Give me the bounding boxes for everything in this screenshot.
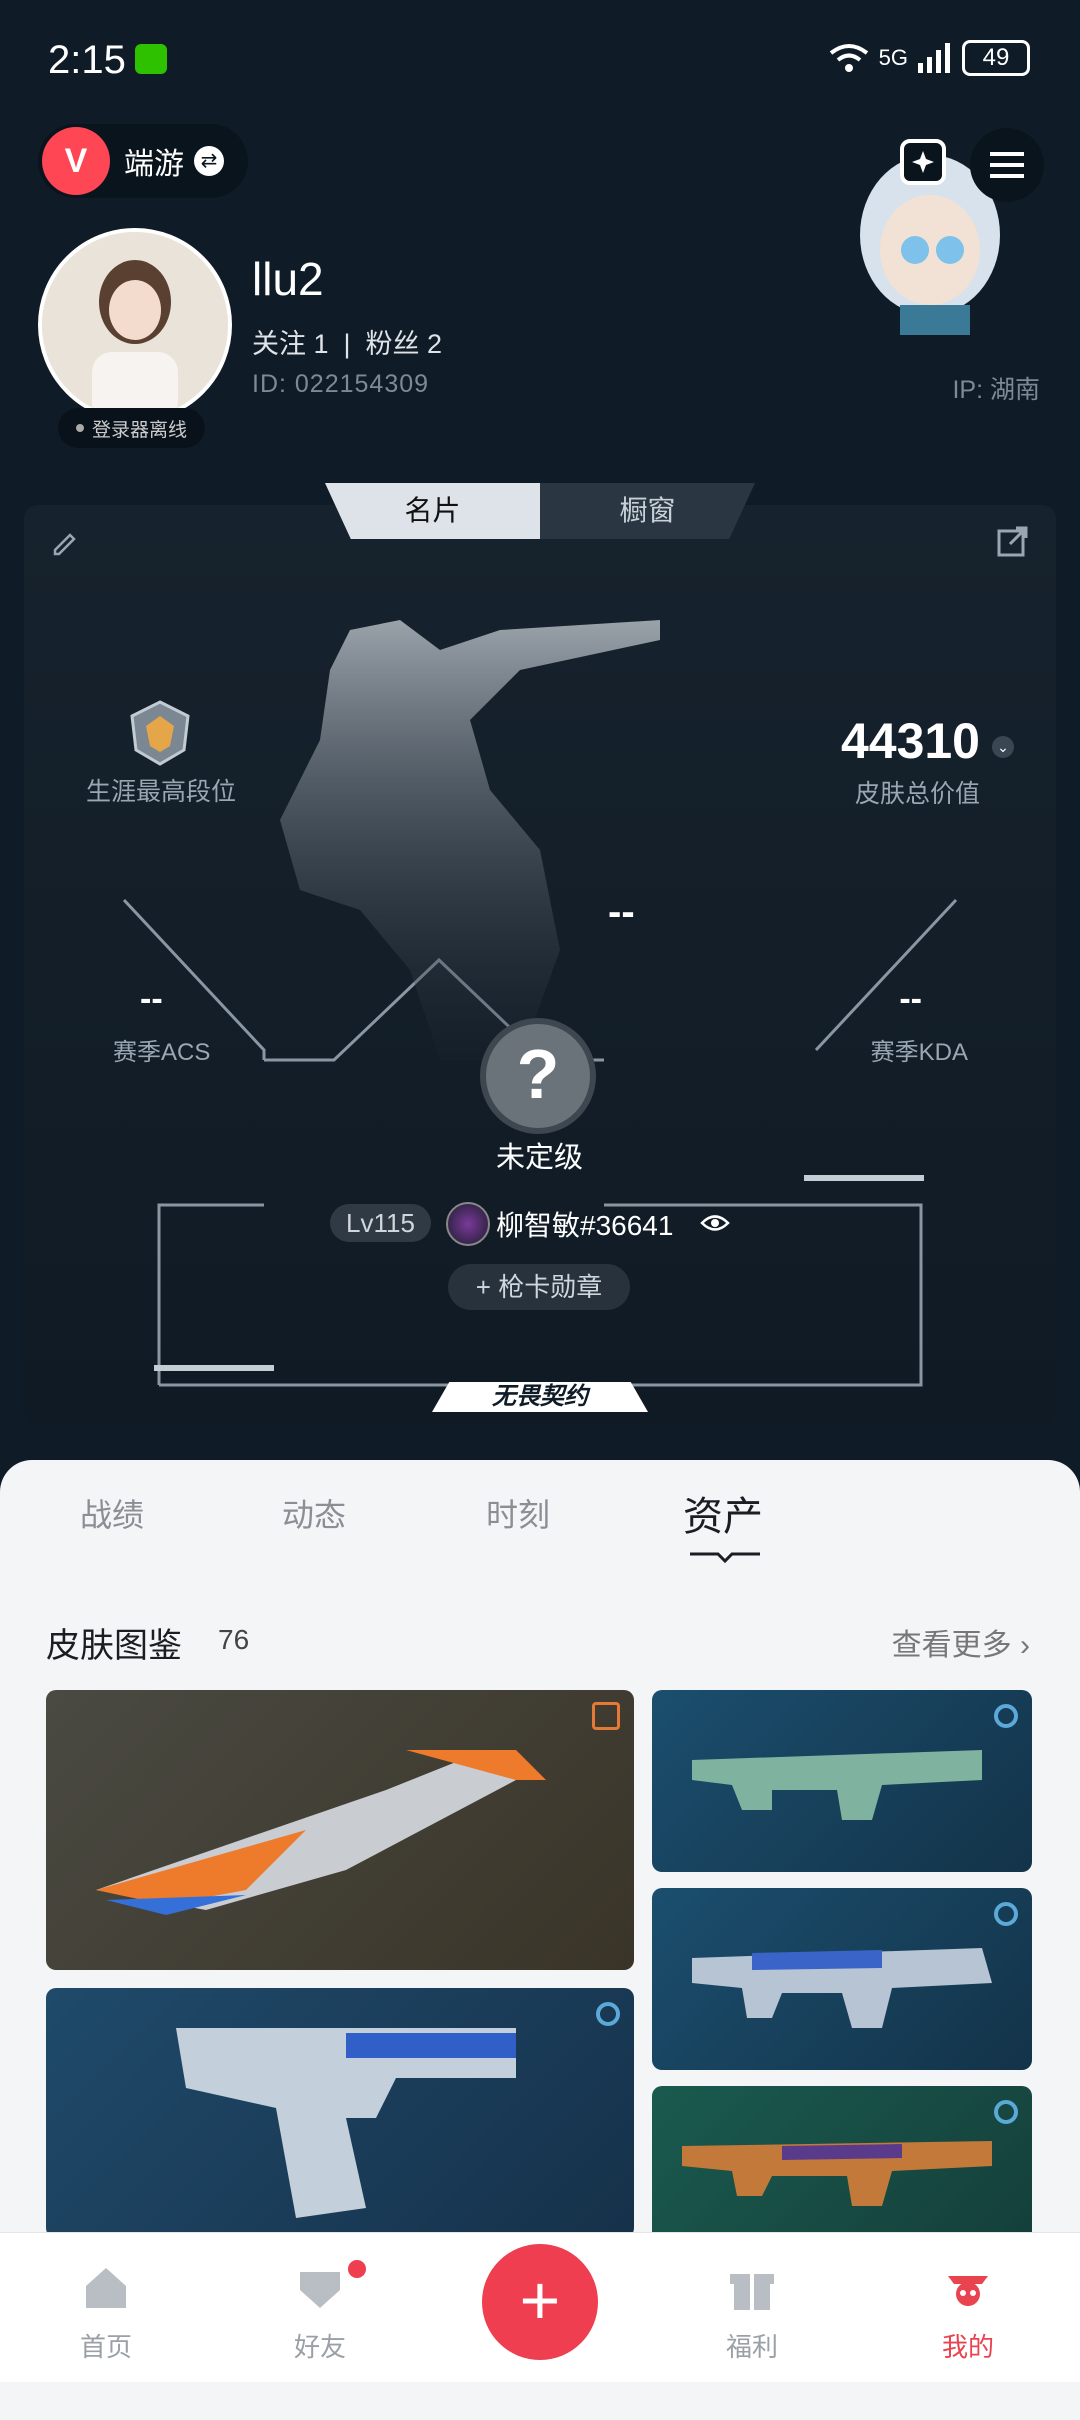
menu-button[interactable]	[970, 128, 1044, 202]
nav-home-label: 首页	[79, 2332, 132, 2362]
signal-icon	[918, 43, 950, 73]
skin-tile-pistol[interactable]	[46, 1988, 634, 2238]
game-switcher[interactable]: V 端游 ⇄	[38, 124, 248, 198]
center-stat-value: --	[608, 890, 635, 934]
friends-icon	[300, 2272, 340, 2308]
player-card-icon	[446, 1202, 490, 1246]
rifle-skin-image	[692, 1948, 992, 2028]
chevron-right-icon: ›	[1020, 1629, 1030, 1662]
edit-icon[interactable]	[50, 526, 80, 556]
skins-count: 76	[218, 1624, 250, 1655]
rank-label: 生涯最高段位	[86, 778, 237, 806]
nav-rewards[interactable]: 福利	[692, 2262, 812, 2364]
skin-tile-rifle-3[interactable]	[652, 2086, 1032, 2246]
home-icon	[86, 2268, 126, 2308]
scan-icon[interactable]	[896, 135, 950, 189]
nav-home[interactable]: 首页	[46, 2262, 166, 2364]
avatar[interactable]	[38, 228, 232, 422]
ip-location: IP: 湖南	[952, 376, 1040, 404]
login-status-text: 登录器离线	[92, 419, 188, 441]
tab-showcase[interactable]: 橱窗	[540, 483, 755, 539]
tier-icon	[596, 2002, 620, 2026]
menu-icon-line	[990, 174, 1024, 178]
game-logo: V	[42, 127, 110, 195]
kda-value: --	[899, 980, 922, 1018]
login-status-badge: 登录器离线	[58, 408, 206, 448]
unranked-icon: ?	[480, 1018, 596, 1134]
tier-icon	[994, 2100, 1018, 2124]
chevron-down-icon[interactable]: ⌄	[992, 736, 1014, 758]
nav-me[interactable]: 我的	[908, 2262, 1028, 2364]
agent-silhouette	[280, 620, 660, 1060]
nav-me-label: 我的	[941, 2332, 994, 2362]
kda-label: 赛季KDA	[870, 1039, 968, 1066]
card-tabs: 名片 橱窗	[325, 483, 755, 539]
eye-icon[interactable]	[700, 1212, 730, 1234]
skin-value: 44310	[840, 713, 980, 769]
follow-stats[interactable]: 关注 1 | 粉丝 2	[252, 322, 442, 361]
view-more-link[interactable]: 查看更多 ›	[892, 1620, 1030, 1664]
skins-section-title: 皮肤图鉴	[46, 1627, 182, 1665]
battery-indicator: 49	[962, 40, 1030, 76]
wifi-icon	[829, 44, 868, 72]
share-icon[interactable]	[996, 524, 1030, 558]
skin-tile-knife[interactable]	[46, 1690, 634, 1970]
tab-card[interactable]: 名片	[325, 483, 540, 539]
level-badge: Lv115	[330, 1204, 431, 1242]
view-more-label: 查看更多	[891, 1629, 1012, 1662]
rank-icon	[130, 700, 190, 766]
tab-records[interactable]: 战绩	[80, 1490, 144, 1536]
rifle-skin-image	[692, 1750, 982, 1820]
tab-feed[interactable]: 动态	[282, 1490, 346, 1536]
create-post-button[interactable]: +	[482, 2244, 598, 2360]
tier-icon	[994, 1704, 1018, 1728]
network-label: 5G	[878, 45, 908, 70]
status-bar: 2:15 5G 49	[0, 0, 1080, 120]
brand-logo: 无畏契约	[432, 1382, 648, 1412]
status-indicators: 5G 49	[829, 40, 1030, 76]
nav-friends[interactable]: 好友	[260, 2262, 380, 2364]
nav-rewards-label: 福利	[725, 2332, 778, 2362]
wechat-icon	[135, 44, 167, 74]
knife-skin-image	[96, 1750, 546, 1915]
gift-icon	[730, 2274, 774, 2310]
game-name: 端游	[124, 148, 184, 181]
tier-icon	[994, 1902, 1018, 1926]
skin-tile-rifle-1[interactable]	[652, 1690, 1032, 1872]
menu-icon-line	[990, 163, 1024, 167]
tab-assets[interactable]: 资产	[683, 1484, 763, 1542]
player-tag: 柳智敏#36641	[496, 1210, 674, 1241]
profile-icon	[948, 2276, 988, 2306]
acs-value: --	[140, 980, 163, 1018]
user-id: ID: 022154309	[252, 370, 430, 398]
swap-icon: ⇄	[194, 146, 224, 176]
tab-moments[interactable]: 时刻	[486, 1490, 550, 1536]
unranked-label: 未定级	[496, 1142, 584, 1174]
tier-icon	[592, 1702, 620, 1730]
active-tab-indicator	[690, 1552, 760, 1564]
menu-icon	[990, 152, 1024, 156]
status-time: 2:15	[48, 38, 126, 82]
skin-value-label: 皮肤总价值	[854, 780, 980, 808]
acs-label: 赛季ACS	[113, 1039, 211, 1066]
avatar-image	[42, 232, 228, 418]
status-dot	[76, 424, 84, 432]
username: llu2	[252, 253, 324, 305]
nav-friends-label: 好友	[293, 2332, 346, 2362]
pistol-skin-image	[176, 2028, 516, 2218]
add-badge-button[interactable]: + 枪卡勋章	[448, 1264, 630, 1310]
notification-dot	[348, 2260, 366, 2278]
skin-tile-rifle-2[interactable]	[652, 1888, 1032, 2070]
rifle-skin-image	[682, 2141, 992, 2206]
